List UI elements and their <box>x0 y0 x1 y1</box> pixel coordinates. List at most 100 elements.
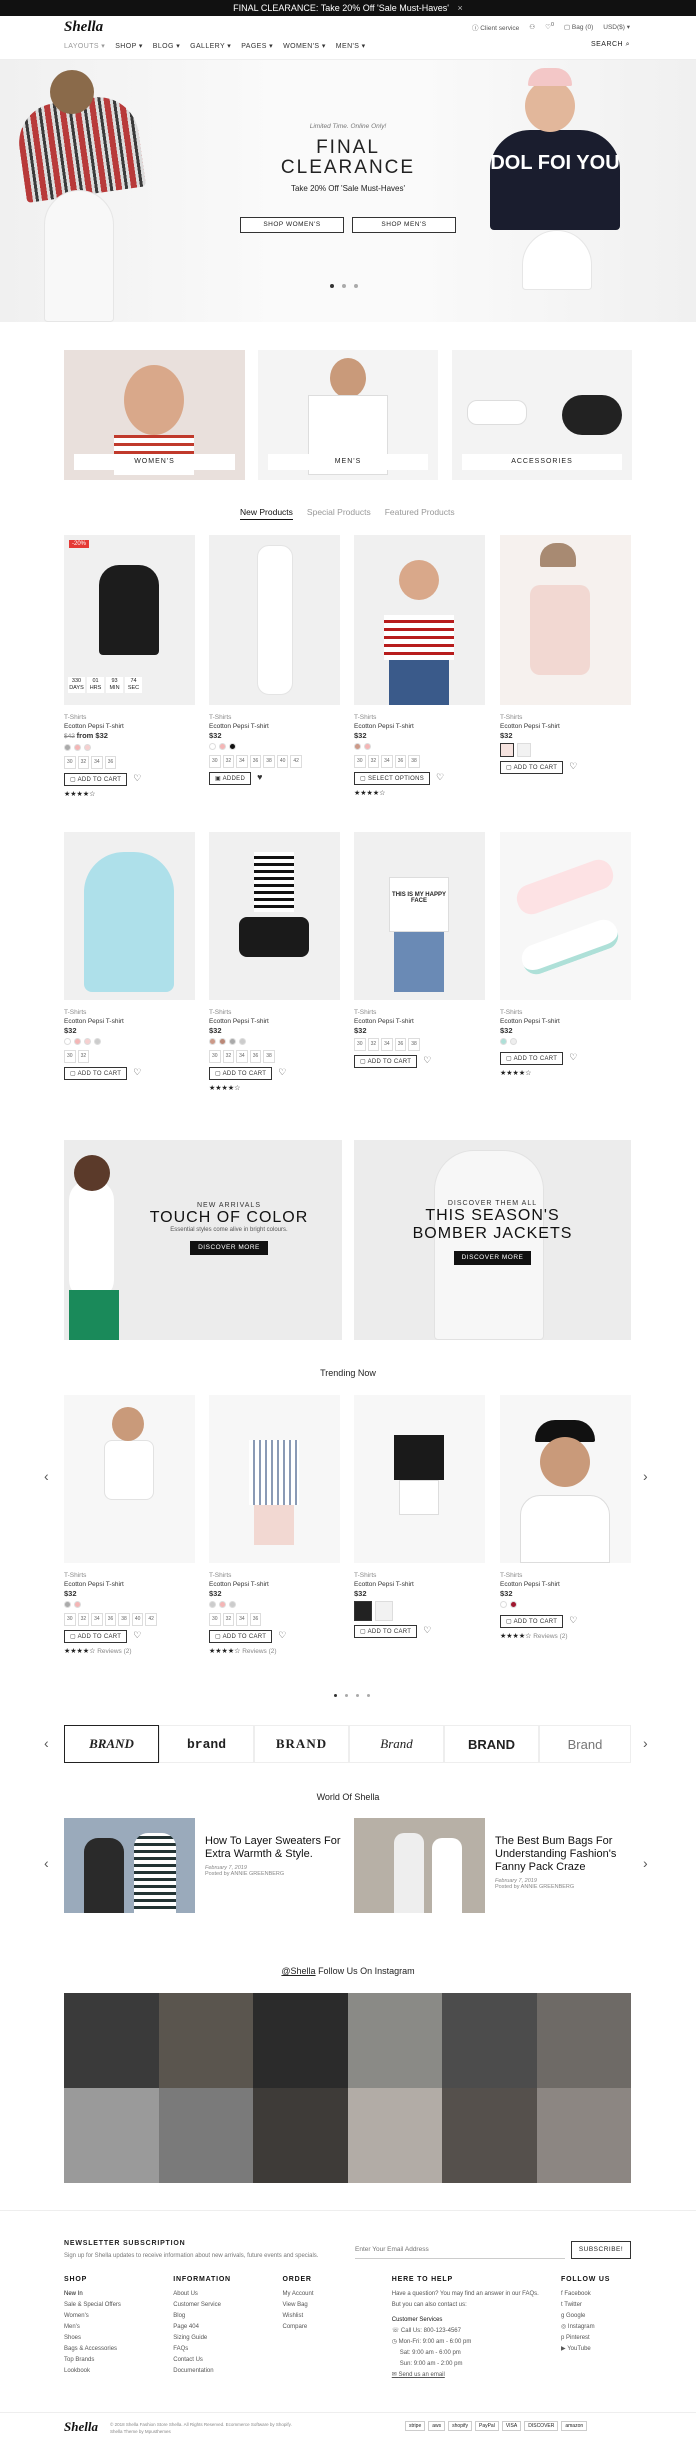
swatch[interactable] <box>229 743 236 750</box>
footer-link[interactable]: Documentation <box>173 2366 263 2377</box>
reviews-link[interactable]: Reviews (2) <box>97 1648 131 1655</box>
product-image[interactable] <box>500 832 631 1000</box>
footer-link[interactable]: Blog <box>173 2311 263 2322</box>
swatch[interactable] <box>94 1038 101 1045</box>
wishlist-heart-icon[interactable]: ♡ <box>569 761 577 771</box>
size-option[interactable]: 30 <box>209 755 221 768</box>
footer-link[interactable]: Shoes <box>64 2333 154 2344</box>
wishlist-heart-icon[interactable]: ♡ <box>278 1067 286 1077</box>
product-image[interactable] <box>500 1395 631 1563</box>
footer-phone[interactable]: ☏ Call Us: 800-123-4567 <box>392 2326 542 2337</box>
wishlist-heart-icon[interactable]: ♡ <box>569 1615 577 1625</box>
hero-pagination[interactable] <box>326 281 362 290</box>
product-name[interactable]: Ecotton Pepsi T-shirt <box>354 722 485 731</box>
category-mens[interactable]: MEN'S <box>258 350 438 480</box>
product-image[interactable]: -20% 330 DAYS 01 HRS 93 MIN 74 SEC <box>64 535 195 705</box>
size-option[interactable]: 34 <box>381 755 393 768</box>
product-name[interactable]: Ecotton Pepsi T-shirt <box>354 1580 485 1589</box>
brand-logo[interactable]: BRAND <box>254 1725 349 1763</box>
size-option[interactable]: 36 <box>249 1050 262 1063</box>
wishlist-heart-icon[interactable]: ♡ <box>133 1630 141 1640</box>
swatch[interactable] <box>209 743 216 750</box>
social-facebook[interactable]: f Facebook <box>561 2289 631 2300</box>
bag-link[interactable]: ▢ Bag (0) <box>564 23 593 31</box>
nav-blog[interactable]: BLOG ▾ <box>153 42 180 50</box>
shop-mens-button[interactable]: SHOP MEN'S <box>352 217 456 233</box>
product-image[interactable] <box>500 535 631 705</box>
swatch[interactable] <box>74 1601 81 1608</box>
nav-shop[interactable]: SHOP ▾ <box>115 42 143 50</box>
instagram-photo[interactable] <box>442 1993 537 2088</box>
product-name[interactable]: Ecotton Pepsi T-shirt <box>64 722 195 731</box>
footer-link[interactable]: Page 404 <box>173 2322 263 2333</box>
add-to-cart-button[interactable]: ▢ ADD TO CART <box>64 1067 128 1080</box>
swatch[interactable] <box>209 1601 216 1608</box>
wishlist-heart-filled-icon[interactable]: ♥ <box>257 772 262 782</box>
discover-more-button[interactable]: DISCOVER MORE <box>190 1241 268 1255</box>
footer-link[interactable]: Top Brands <box>64 2355 154 2366</box>
size-option[interactable]: 36 <box>104 756 117 769</box>
footer-link[interactable]: Wishlist <box>283 2311 373 2322</box>
logo[interactable]: Shella <box>64 19 103 36</box>
brand-logo[interactable]: brand <box>159 1725 254 1763</box>
currency-select[interactable]: USD($) ▾ <box>603 23 630 31</box>
footer-link[interactable]: About Us <box>173 2289 263 2300</box>
swatch[interactable] <box>64 744 71 751</box>
blog-post-title[interactable]: How To Layer Sweaters For Extra Warmth &… <box>205 1835 345 1861</box>
swatch[interactable] <box>219 1038 226 1045</box>
instagram-photo[interactable] <box>158 1993 253 2088</box>
brands-next-icon[interactable]: › <box>643 1735 648 1751</box>
swatch[interactable] <box>500 1038 507 1045</box>
size-option[interactable]: 32 <box>222 755 235 768</box>
size-option[interactable]: 34 <box>236 755 248 768</box>
size-option[interactable]: 34 <box>236 1613 248 1626</box>
product-name[interactable]: Ecotton Pepsi T-shirt <box>209 722 340 731</box>
social-instagram[interactable]: ◎ Instagram <box>561 2322 631 2333</box>
category-accessories[interactable]: ACCESSORIES <box>452 350 632 480</box>
size-option[interactable]: 30 <box>64 1613 76 1626</box>
nav-womens[interactable]: WOMEN'S ▾ <box>283 42 326 50</box>
size-option[interactable]: 38 <box>263 1050 275 1063</box>
promo-bomber-jackets[interactable]: DISCOVER THEM ALL THIS SEASON'S BOMBER J… <box>354 1140 631 1340</box>
size-option[interactable]: 38 <box>263 755 275 768</box>
size-option[interactable]: 30 <box>354 755 366 768</box>
instagram-handle-link[interactable]: @Shella <box>281 1966 315 1976</box>
footer-link[interactable]: View Bag <box>283 2300 373 2311</box>
size-option[interactable]: 34 <box>91 1613 103 1626</box>
brand-logo[interactable]: Brand <box>349 1725 444 1763</box>
swatch[interactable] <box>219 743 226 750</box>
blog-prev-icon[interactable]: ‹ <box>44 1855 49 1871</box>
swatch[interactable] <box>64 1038 71 1045</box>
add-to-cart-button[interactable]: ▢ ADD TO CART <box>64 773 128 786</box>
swatch[interactable] <box>229 1038 236 1045</box>
size-option[interactable]: 36 <box>394 1038 407 1051</box>
instagram-photo[interactable] <box>64 1993 159 2088</box>
add-to-cart-button[interactable]: ▢ ADD TO CART <box>209 1630 273 1643</box>
product-name[interactable]: Ecotton Pepsi T-shirt <box>500 722 631 731</box>
size-option[interactable]: 30 <box>354 1038 366 1051</box>
footer-link[interactable]: Men's <box>64 2322 154 2333</box>
footer-link[interactable]: New In <box>64 2289 154 2300</box>
footer-link[interactable]: FAQs <box>173 2344 263 2355</box>
newsletter-email-input[interactable] <box>355 2241 565 2259</box>
close-icon[interactable]: × <box>458 3 463 13</box>
swatch[interactable] <box>354 743 361 750</box>
swatch[interactable] <box>510 1038 517 1045</box>
product-name[interactable]: Ecotton Pepsi T-shirt <box>64 1580 195 1589</box>
reviews-link[interactable]: Reviews (2) <box>533 1633 567 1640</box>
size-option[interactable]: 32 <box>77 756 90 769</box>
footer-link[interactable]: Sizing Guide <box>173 2333 263 2344</box>
add-to-cart-button[interactable]: ▢ ADD TO CART <box>354 1055 418 1068</box>
size-option[interactable]: 30 <box>209 1613 221 1626</box>
add-to-cart-button[interactable]: ▢ ADD TO CART <box>354 1625 418 1638</box>
size-option[interactable]: 38 <box>408 1038 420 1051</box>
discover-more-button[interactable]: DISCOVER MORE <box>453 1251 532 1265</box>
footer-link[interactable]: My Account <box>283 2289 373 2300</box>
size-option[interactable]: 36 <box>249 1613 262 1626</box>
product-name[interactable]: Ecotton Pepsi T-shirt <box>209 1580 340 1589</box>
product-image[interactable] <box>209 1395 340 1563</box>
size-option[interactable]: 32 <box>77 1613 90 1626</box>
product-name[interactable]: Ecotton Pepsi T-shirt <box>209 1017 340 1026</box>
variant-thumb[interactable] <box>500 743 514 757</box>
swatch[interactable] <box>74 744 81 751</box>
